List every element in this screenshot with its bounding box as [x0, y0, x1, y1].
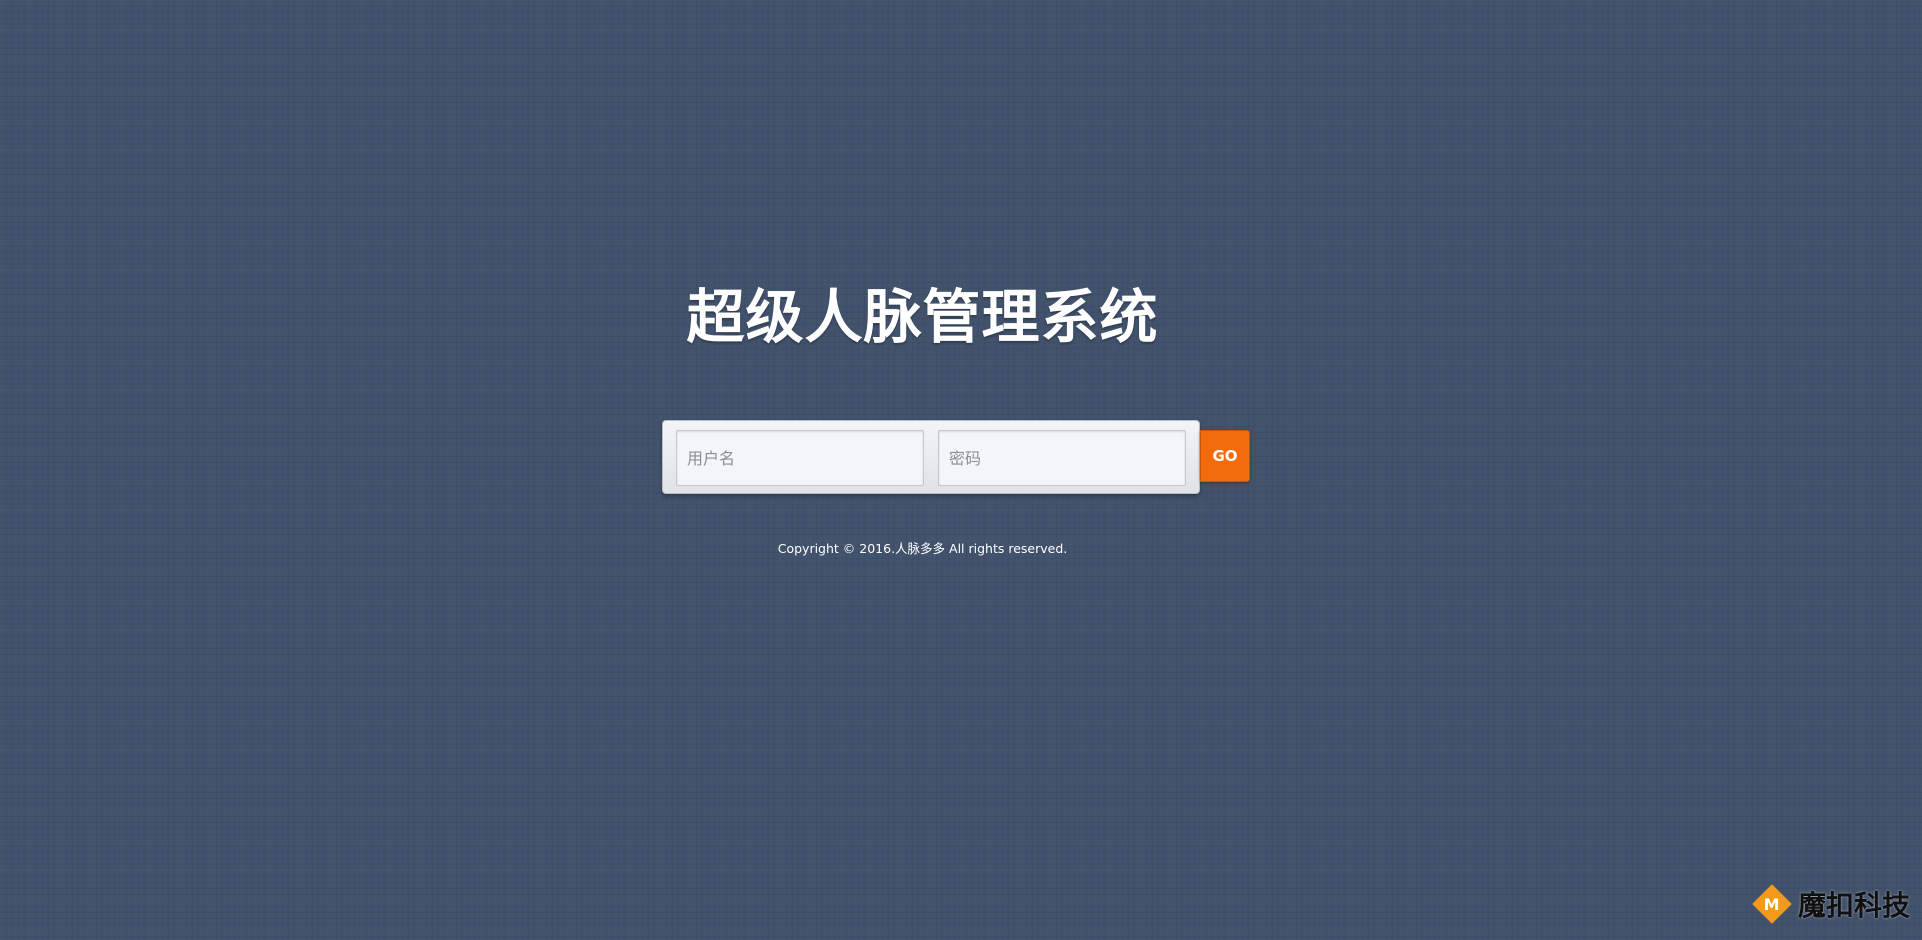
go-button[interactable]: GO [1200, 430, 1250, 482]
login-panel [662, 420, 1200, 494]
watermark-logo-icon: M [1752, 884, 1792, 924]
copyright-text: Copyright © 2016.人脉多多 All rights reserve… [777, 541, 1068, 556]
watermark-text: 魔扣科技 [1797, 889, 1910, 922]
watermark-logo-letter: M [1764, 894, 1780, 914]
username-input[interactable] [676, 430, 924, 486]
page-title: 超级人脉管理系统 [686, 283, 1159, 351]
password-input[interactable] [938, 430, 1186, 486]
watermark: M 魔扣科技 [1752, 884, 1910, 924]
